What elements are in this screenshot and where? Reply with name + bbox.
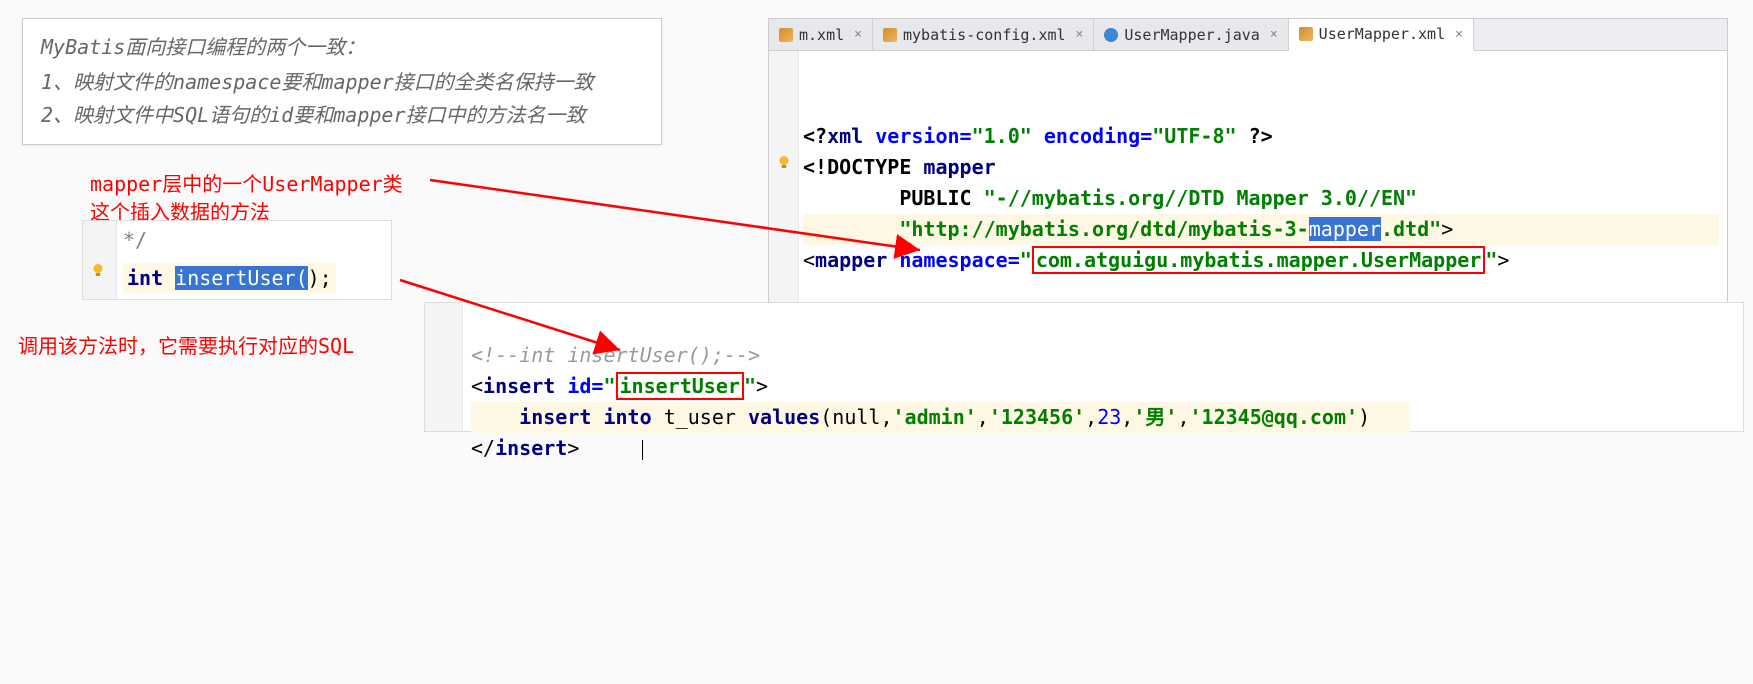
editor-gutter	[769, 51, 799, 315]
tab-label: UserMapper.xml	[1319, 25, 1445, 43]
annotation-call-sql: 调用该方法时，它需要执行对应的SQL	[18, 332, 354, 360]
namespace-value: com.atguigu.mybatis.mapper.UserMapper	[1032, 246, 1486, 274]
close-icon[interactable]: ×	[1270, 27, 1278, 42]
xml-line-1: <?xml version="1.0" encoding="UTF-8" ?>	[803, 124, 1273, 148]
method-name-selected: insertUser(	[175, 266, 307, 290]
desc-line-2: 2、映射文件中SQL语句的id要和mapper接口中的方法名一致	[41, 99, 643, 128]
description-box: MyBatis面向接口编程的两个一致： 1、映射文件的namespace要和ma…	[22, 18, 662, 145]
xml-file-icon	[1299, 27, 1313, 41]
comment-close: */	[123, 228, 147, 252]
tab-usermapper-java[interactable]: UserMapper.java ×	[1094, 19, 1288, 50]
tab-label: UserMapper.java	[1124, 26, 1259, 44]
insert-id-value: insertUser	[616, 372, 744, 400]
annotation-line: mapper层中的一个UserMapper类	[90, 170, 403, 198]
desc-title: MyBatis面向接口编程的两个一致：	[41, 31, 643, 60]
xml-line-2: <!DOCTYPE mapper	[803, 155, 996, 179]
tab-mybatis-config[interactable]: mybatis-config.xml ×	[873, 19, 1094, 50]
xml-comment: <!--int insertUser();-->	[471, 343, 760, 367]
tab-usermapper-xml[interactable]: UserMapper.xml ×	[1289, 19, 1474, 51]
desc-line-1: 1、映射文件的namespace要和mapper接口的全类名保持一致	[41, 66, 643, 95]
sql-statement: insert into t_user values(null,'admin','…	[471, 402, 1410, 433]
snippet-code[interactable]: */ int insertUser();	[123, 227, 336, 293]
insert-close-tag: </insert>	[471, 436, 645, 460]
text-cursor	[642, 440, 643, 460]
xml-file-icon	[883, 28, 897, 42]
insert-open-tag: <insert id="insertUser">	[471, 372, 768, 400]
bottom-code[interactable]: <!--int insertUser();--> <insert id="ins…	[471, 309, 1410, 495]
xml-file-icon	[779, 28, 793, 42]
close-icon[interactable]: ×	[1076, 27, 1084, 42]
editor-tabbar: m.xml × mybatis-config.xml × UserMapper.ja…	[769, 19, 1727, 51]
keyword-int: int	[127, 266, 163, 290]
tab-label: mybatis-config.xml	[903, 26, 1066, 44]
xml-editor: m.xml × mybatis-config.xml × UserMapper.ja…	[768, 18, 1728, 316]
java-file-icon	[1104, 28, 1118, 42]
snippet-gutter	[83, 221, 117, 299]
method-close: );	[308, 266, 332, 290]
tab-label: m.xml	[799, 26, 844, 44]
xml-line-3: PUBLIC "-//mybatis.org//DTD Mapper 3.0//…	[803, 186, 1417, 210]
xml-line-4: "http://mybatis.org/dtd/mybatis-3-mapper…	[803, 214, 1719, 245]
lightbulb-icon[interactable]	[89, 261, 107, 279]
close-icon[interactable]: ×	[854, 27, 862, 42]
editor-body[interactable]: <?xml version="1.0" encoding="UTF-8" ?> …	[769, 51, 1727, 315]
lightbulb-icon[interactable]	[775, 153, 793, 171]
xml-line-5: <mapper namespace="com.atguigu.mybatis.m…	[803, 246, 1509, 274]
bottom-gutter	[425, 303, 463, 431]
java-snippet-panel: */ int insertUser();	[82, 220, 392, 300]
close-icon[interactable]: ×	[1455, 27, 1463, 42]
insert-sql-panel: <!--int insertUser();--> <insert id="ins…	[424, 302, 1744, 432]
annotation-mapper-class: mapper层中的一个UserMapper类 这个插入数据的方法	[90, 170, 403, 226]
tab-m-xml[interactable]: m.xml ×	[769, 19, 873, 50]
